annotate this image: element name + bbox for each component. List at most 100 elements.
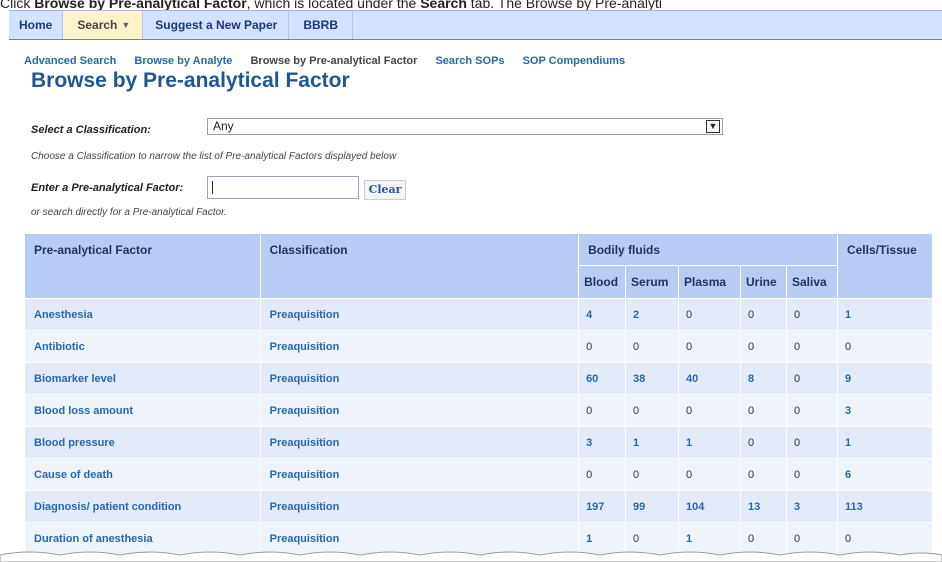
table-row: Biomarker level Preaquisition 60 38 40 8 0 9 — [24, 362, 934, 395]
caption-bold-search: Search — [420, 0, 467, 10]
col-header-serum: Serum — [625, 265, 680, 299]
search-subnav: Advanced Search Browse by Analyte Browse… — [24, 55, 640, 67]
nav-tab-search-label: Search — [77, 18, 118, 32]
nav-tab-home-label: Home — [19, 18, 53, 32]
blood-count: 0 — [578, 330, 627, 363]
saliva-count: 0 — [785, 298, 838, 331]
saliva-count[interactable]: 3 — [785, 490, 838, 523]
nav-tab-search[interactable]: Search ▼ — [63, 11, 144, 39]
serum-count[interactable]: 1 — [625, 426, 680, 459]
classification-link[interactable]: Preaquisition — [259, 330, 580, 363]
col-header-factor: Pre-analytical Factor — [24, 233, 261, 299]
plasma-count: 0 — [678, 298, 741, 331]
classification-link[interactable]: Preaquisition — [259, 490, 580, 523]
serum-count: 0 — [625, 394, 680, 427]
factor-link[interactable]: Antibiotic — [24, 330, 261, 363]
classification-link[interactable]: Preaquisition — [259, 298, 580, 331]
factor-search-hint: or search directly for a Pre-analytical … — [31, 207, 227, 218]
factor-link[interactable]: Blood pressure — [24, 426, 261, 459]
preanalytical-factor-table: Pre-analytical Factor Classification Bod… — [24, 233, 934, 555]
saliva-count: 0 — [785, 426, 838, 459]
serum-count[interactable]: 2 — [625, 298, 680, 331]
classification-link[interactable]: Preaquisition — [259, 362, 580, 395]
col-header-urine: Urine — [740, 265, 787, 299]
subnav-advanced-search[interactable]: Advanced Search — [24, 55, 116, 67]
factor-link[interactable]: Blood loss amount — [24, 394, 261, 427]
classification-link[interactable]: Preaquisition — [259, 394, 580, 427]
urine-count[interactable]: 8 — [740, 362, 787, 395]
plasma-count[interactable]: 104 — [678, 490, 741, 523]
plasma-count: 0 — [678, 458, 741, 491]
classification-label: Select a Classification: — [31, 124, 151, 136]
chevron-down-icon: ▼ — [121, 20, 131, 30]
cells-count[interactable]: 1 — [836, 298, 934, 331]
urine-count[interactable]: 13 — [740, 490, 787, 523]
factor-link[interactable]: Diagnosis/ patient condition — [24, 490, 261, 523]
cells-count: 0 — [836, 330, 934, 363]
plasma-count: 0 — [678, 330, 741, 363]
nav-tab-bbrb-label: BBRB — [303, 18, 339, 32]
subnav-sop-compendiums[interactable]: SOP Compendiums — [523, 55, 625, 67]
blood-count[interactable]: 4 — [578, 298, 627, 331]
table-row: Antibiotic Preaquisition 0 0 0 0 0 0 — [24, 330, 934, 363]
col-header-bodily-fluids: Bodily fluids — [578, 233, 838, 266]
table-row: Cause of death Preaquisition 0 0 0 0 0 6 — [24, 458, 934, 491]
blood-count[interactable]: 3 — [578, 426, 627, 459]
blood-count: 0 — [578, 458, 627, 491]
subnav-search-sops[interactable]: Search SOPs — [435, 55, 504, 67]
col-header-classification: Classification — [259, 233, 580, 299]
classification-link[interactable]: Preaquisition — [259, 426, 580, 459]
factor-link[interactable]: Biomarker level — [24, 362, 261, 395]
text-cursor — [212, 181, 213, 194]
urine-count: 0 — [740, 426, 787, 459]
factor-search-input[interactable] — [207, 176, 359, 199]
table-row: Diagnosis/ patient condition Preaquisitio… — [24, 490, 934, 523]
cells-count[interactable]: 9 — [836, 362, 934, 395]
nav-tab-home[interactable]: Home — [9, 11, 64, 39]
plasma-count[interactable]: 1 — [678, 426, 741, 459]
cells-count[interactable]: 1 — [836, 426, 934, 459]
serum-count: 0 — [625, 458, 680, 491]
cells-count[interactable]: 113 — [836, 490, 934, 523]
factor-link[interactable]: Cause of death — [24, 458, 261, 491]
chevron-down-icon: ▼ — [706, 120, 720, 133]
top-nav-bar: Home Search ▼ Suggest a New Paper BBRB — [9, 10, 942, 40]
caption-suffix: tab. The Browse by Pre-analyti — [466, 0, 662, 10]
blood-count[interactable]: 60 — [578, 362, 627, 395]
nav-tab-bbrb[interactable]: BBRB — [289, 11, 354, 39]
serum-count[interactable]: 38 — [625, 362, 680, 395]
saliva-count: 0 — [785, 362, 838, 395]
table-row: Blood loss amount Preaquisition 0 0 0 0 0 3 — [24, 394, 934, 427]
col-header-cells-tissue: Cells/Tissue — [836, 233, 934, 299]
clear-button[interactable]: Clear — [364, 180, 406, 200]
classification-select-value: Any — [213, 119, 234, 133]
serum-count: 0 — [625, 330, 680, 363]
classification-link[interactable]: Preaquisition — [259, 458, 580, 491]
blood-count: 0 — [578, 394, 627, 427]
factor-search-label: Enter a Pre-analytical Factor: — [31, 182, 184, 194]
col-header-saliva: Saliva — [785, 265, 838, 299]
subnav-browse-analyte[interactable]: Browse by Analyte — [134, 55, 232, 67]
classification-select[interactable]: Any ▼ — [207, 118, 723, 135]
subnav-browse-preanalytical[interactable]: Browse by Pre-analytical Factor — [250, 55, 417, 67]
classification-hint: Choose a Classification to narrow the li… — [31, 151, 397, 162]
saliva-count: 0 — [785, 394, 838, 427]
table-row: Blood pressure Preaquisition 3 1 1 0 0 1 — [24, 426, 934, 459]
nav-tab-suggest-label: Suggest a New Paper — [155, 18, 278, 32]
cells-count[interactable]: 3 — [836, 394, 934, 427]
plasma-count[interactable]: 40 — [678, 362, 741, 395]
urine-count: 0 — [740, 330, 787, 363]
urine-count: 0 — [740, 458, 787, 491]
blood-count[interactable]: 197 — [578, 490, 627, 523]
urine-count: 0 — [740, 298, 787, 331]
saliva-count: 0 — [785, 330, 838, 363]
caption-prefix: Click — [0, 0, 35, 10]
col-header-plasma: Plasma — [678, 265, 741, 299]
factor-link[interactable]: Anesthesia — [24, 298, 261, 331]
nav-tab-suggest-paper[interactable]: Suggest a New Paper — [143, 11, 290, 39]
caption-bold-factor: Browse by Pre-analytical Factor — [34, 0, 247, 10]
col-header-blood: Blood — [578, 265, 627, 299]
cells-count[interactable]: 6 — [836, 458, 934, 491]
serum-count[interactable]: 99 — [625, 490, 680, 523]
urine-count: 0 — [740, 394, 787, 427]
